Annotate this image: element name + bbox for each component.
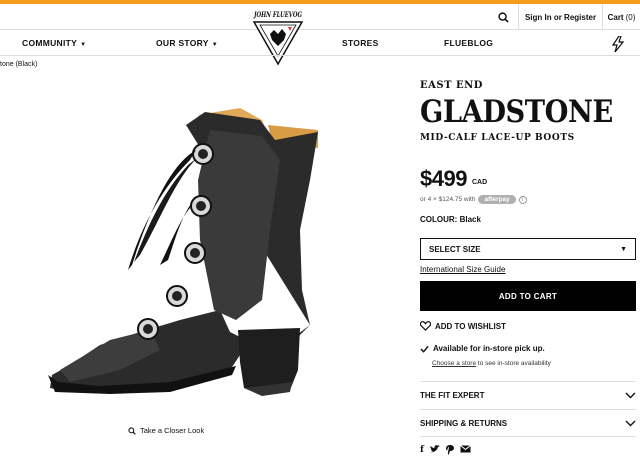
- afterpay-text: or 4 × $124.75 with: [420, 196, 476, 203]
- search-icon: [128, 426, 136, 435]
- nav-flueblog[interactable]: FLUEBLOG: [444, 38, 493, 48]
- search-icon: [497, 11, 509, 23]
- cart-label: Cart: [607, 12, 624, 22]
- lightning-bolt-icon[interactable]: [611, 35, 625, 55]
- closer-look-button[interactable]: Take a Closer Look: [128, 426, 204, 435]
- add-to-cart-button[interactable]: ADD TO CART: [420, 281, 636, 311]
- product-subtitle: MID-CALF LACE-UP BOOTS: [420, 133, 575, 143]
- twitter-icon[interactable]: [429, 445, 440, 454]
- share-links: f: [420, 445, 471, 455]
- main-nav: COMMUNITY ▼ OUR STORY ▼ STORES FLUEBLOG: [0, 30, 640, 56]
- colour-line: COLOUR: Black: [420, 215, 481, 224]
- afterpay-badge[interactable]: afterpay: [478, 195, 516, 204]
- size-guide-link[interactable]: International Size Guide: [420, 265, 505, 274]
- product-image[interactable]: [0, 70, 405, 462]
- choose-store-rest: to see in-store availability: [477, 360, 551, 367]
- cart-link[interactable]: Cart (0): [602, 4, 640, 30]
- nav-community-label: COMMUNITY: [22, 38, 78, 48]
- header: Sign In or Register Cart (0): [0, 4, 640, 30]
- closer-look-label: Take a Closer Look: [140, 426, 205, 435]
- afterpay-info: or 4 × $124.75 with afterpay i: [420, 195, 527, 204]
- chevron-down-icon: ▼: [211, 42, 219, 48]
- size-select-label: SELECT SIZE: [429, 244, 481, 254]
- search-button[interactable]: [488, 4, 518, 30]
- caret-down-icon: ▼: [620, 245, 627, 253]
- chevron-down-icon: [625, 420, 636, 426]
- pinterest-icon[interactable]: [445, 445, 454, 455]
- wishlist-button[interactable]: ADD TO WISHLIST: [420, 321, 506, 331]
- nav-our-story-label: OUR STORY: [156, 38, 209, 48]
- price-currency: CAD: [472, 179, 488, 186]
- choose-store-link[interactable]: Choose a store: [432, 360, 476, 367]
- instore-text: Available for in-store pick up.: [433, 344, 545, 353]
- size-select[interactable]: SELECT SIZE ▼: [420, 238, 636, 260]
- product-price: $499: [420, 166, 467, 191]
- instore-availability: Available for in-store pick up.: [420, 344, 545, 353]
- email-icon[interactable]: [460, 445, 471, 453]
- collection-name: EAST END: [420, 80, 483, 91]
- breadcrumb[interactable]: tone (Black): [0, 61, 37, 68]
- product-info: EAST END: [420, 80, 636, 91]
- wishlist-label: ADD TO WISHLIST: [435, 321, 506, 331]
- boot-image: [48, 108, 318, 396]
- check-icon: [420, 345, 429, 353]
- shipping-label: SHIPPING & RETURNS: [420, 418, 508, 428]
- fit-expert-label: THE FIT EXPERT: [420, 391, 485, 400]
- nav-our-story[interactable]: OUR STORY ▼: [156, 38, 218, 48]
- fit-expert-accordion[interactable]: THE FIT EXPERT: [420, 381, 636, 409]
- info-icon[interactable]: i: [518, 195, 527, 204]
- chevron-down-icon: [625, 392, 636, 399]
- cart-count: (0): [625, 12, 636, 22]
- facebook-icon[interactable]: f: [420, 445, 424, 455]
- nav-community[interactable]: COMMUNITY ▼: [22, 38, 86, 48]
- colour-label: COLOUR:: [420, 215, 458, 224]
- chevron-down-icon: ▼: [80, 42, 87, 48]
- choose-store-line: Choose a store to see in-store availabil…: [432, 360, 551, 367]
- heart-icon: [420, 321, 431, 331]
- colour-value: Black: [459, 215, 481, 224]
- logo-text: JOHN FLUEVOG: [253, 10, 303, 19]
- shipping-returns-accordion[interactable]: SHIPPING & RETURNS: [420, 409, 636, 437]
- header-actions: Sign In or Register Cart (0): [488, 4, 640, 30]
- nav-stores[interactable]: STORES: [342, 38, 379, 48]
- product-title: GLADSTONE: [420, 94, 613, 130]
- sign-in-link[interactable]: Sign In or Register: [518, 4, 602, 30]
